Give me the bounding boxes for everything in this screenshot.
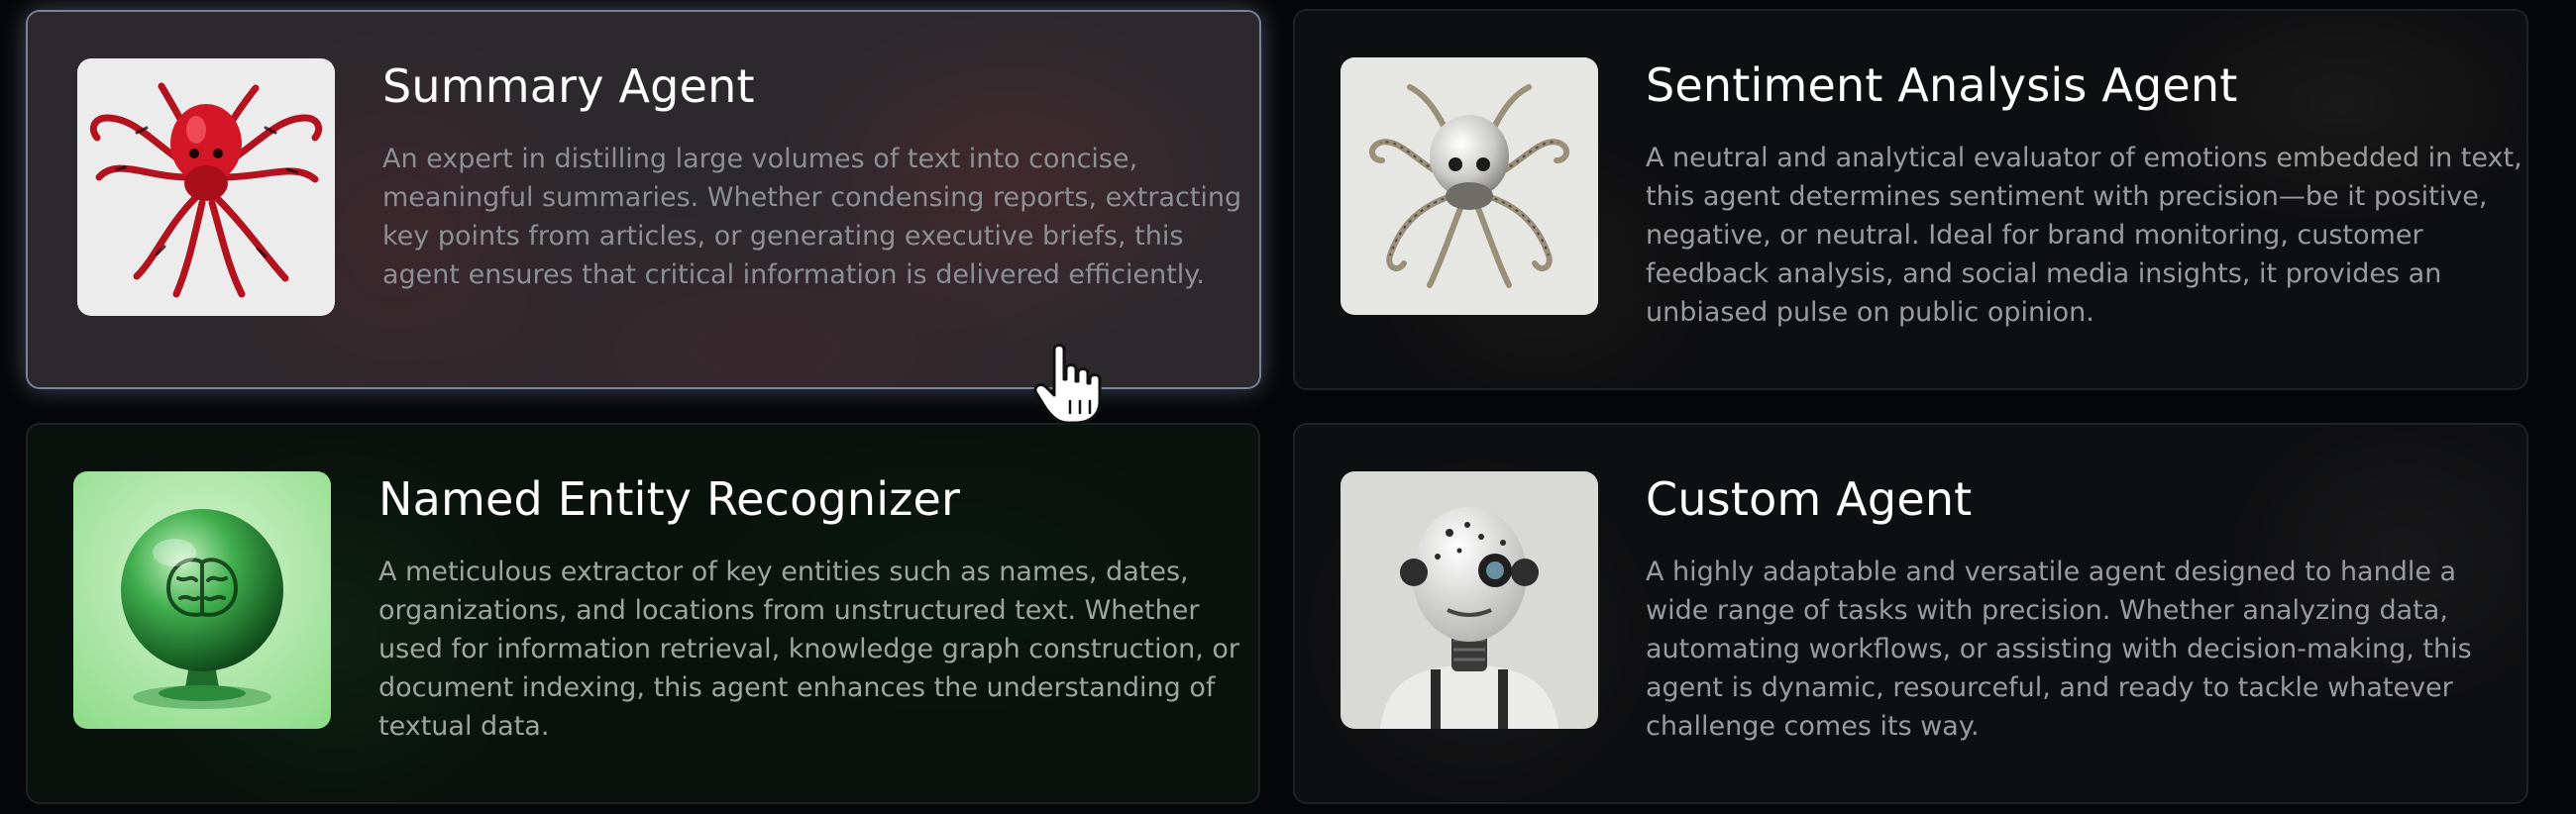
agent-title: Named Entity Recognizer xyxy=(378,472,961,526)
red-octopus-robot-icon xyxy=(77,58,335,316)
agent-card-sentiment-analysis[interactable]: Sentiment Analysis Agent A neutral and a… xyxy=(1293,9,2528,390)
white-humanoid-robot-icon xyxy=(1341,471,1598,729)
agent-description: A highly adaptable and versatile agent d… xyxy=(1646,557,2472,742)
agent-title: Summary Agent xyxy=(382,59,755,113)
agent-card-named-entity-recognizer[interactable]: Named Entity Recognizer A meticulous ext… xyxy=(26,423,1260,804)
glass-brain-orb-icon xyxy=(73,471,331,729)
silver-octopus-robot-icon xyxy=(1341,57,1598,315)
agent-card-custom[interactable]: Custom Agent A highly adaptable and vers… xyxy=(1293,423,2528,804)
agent-title: Custom Agent xyxy=(1646,472,1973,526)
agent-card-grid: Summary Agent An expert in distilling la… xyxy=(0,0,2576,814)
hand-pointer-icon xyxy=(1032,342,1110,425)
agent-description: A meticulous extractor of key entities s… xyxy=(378,557,1239,742)
agent-card-summary[interactable]: Summary Agent An expert in distilling la… xyxy=(26,10,1261,389)
agent-description: An expert in distilling large volumes of… xyxy=(382,144,1242,290)
agent-description: A neutral and analytical evaluator of em… xyxy=(1646,143,2522,328)
agent-title: Sentiment Analysis Agent xyxy=(1646,58,2238,112)
